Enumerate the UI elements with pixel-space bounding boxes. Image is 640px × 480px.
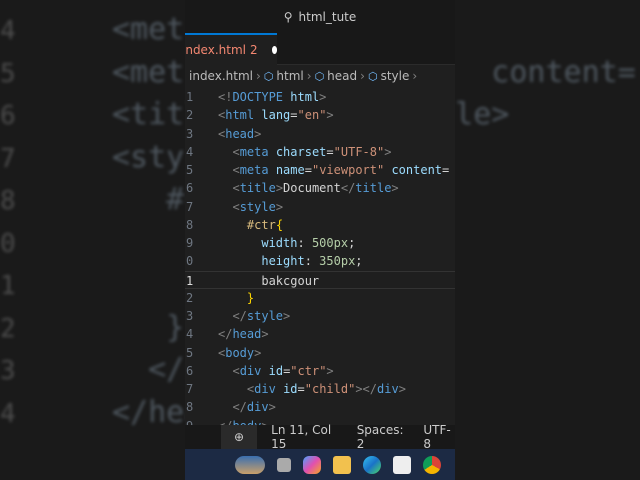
- line-number: 7: [186, 382, 194, 396]
- file-explorer-icon[interactable]: [333, 455, 351, 474]
- code-text: <title>Document</title>: [232, 181, 399, 196]
- tab-index-html[interactable]: index.html 2: [185, 33, 277, 65]
- line-number: 6: [186, 181, 194, 196]
- zoom-icon[interactable]: ⊕: [221, 425, 258, 449]
- line-number: 2: [186, 108, 194, 123]
- line-number: 7: [186, 199, 194, 214]
- code-line[interactable]: 1 bakcgour: [185, 270, 455, 289]
- code-text: </head>: [218, 327, 269, 342]
- code-line[interactable]: 0 height: 350px;: [185, 252, 455, 270]
- code-text: }: [246, 290, 255, 305]
- store-icon[interactable]: [393, 455, 411, 474]
- line-number: 8: [186, 217, 194, 232]
- line-number: 3: [186, 309, 194, 323]
- cube-icon: ⬡: [263, 69, 274, 83]
- code-text: bakcgour: [261, 273, 320, 288]
- bg-code-line: <sty: [112, 139, 185, 175]
- code-text: </style>: [232, 309, 291, 323]
- cube-icon: ⬡: [367, 69, 378, 83]
- copilot-icon[interactable]: [303, 455, 321, 474]
- breadcrumb-file[interactable]: index.html: [189, 69, 253, 83]
- line-number: 4: [186, 327, 194, 342]
- bg-line-number: 4: [0, 16, 16, 46]
- line-number: 5: [186, 345, 194, 360]
- line-number: 2: [186, 290, 194, 305]
- command-center[interactable]: ⚲ html_tute: [185, 0, 455, 33]
- problems-count: 2: [249, 43, 258, 57]
- bg-line-number: 0: [0, 228, 16, 259]
- code-line[interactable]: 1 <!DOCTYPE html>: [185, 88, 455, 106]
- bg-code-line: }: [112, 309, 185, 345]
- code-line[interactable]: 8 #ctr{: [185, 216, 455, 234]
- code-text: </div>: [232, 400, 276, 415]
- code-line[interactable]: 4 </head>: [185, 325, 455, 343]
- breadcrumb-head[interactable]: head: [327, 69, 357, 83]
- code-editor[interactable]: 1 <!DOCTYPE html> 2 <html lang="en"> 3 <head>…: [185, 88, 455, 435]
- code-text: <body>: [218, 345, 262, 360]
- code-line[interactable]: 3 <head>: [185, 125, 455, 143]
- code-text: <head>: [218, 126, 262, 141]
- code-text: <div id="child"></div>: [246, 382, 406, 396]
- code-text: #ctr{: [246, 217, 284, 232]
- unsaved-dot-icon[interactable]: [271, 46, 277, 54]
- code-line[interactable]: 6 <title>Document</title>: [185, 179, 455, 197]
- cursor-position[interactable]: Ln 11, Col 15: [271, 423, 343, 451]
- line-number: 3: [186, 126, 194, 141]
- code-text: <!DOCTYPE html>: [218, 90, 327, 104]
- code-text: width: 500px;: [261, 236, 356, 250]
- code-line[interactable]: 8 </div>: [185, 398, 455, 416]
- code-line[interactable]: 5 <meta name="viewport" content=: [185, 161, 455, 179]
- edge-icon[interactable]: [363, 455, 381, 474]
- taskbar: [185, 449, 455, 480]
- bg-code-line: <met: [112, 12, 185, 47]
- code-line[interactable]: 2 }: [185, 289, 455, 307]
- tab-bar: index.html 2: [185, 33, 455, 65]
- bg-line-number: 1: [0, 271, 16, 301]
- bg-line-number: 2: [0, 313, 16, 344]
- code-line[interactable]: 3 </style>: [185, 307, 455, 325]
- code-line[interactable]: 7 <style>: [185, 198, 455, 216]
- chrome-icon[interactable]: [423, 455, 441, 474]
- code-line[interactable]: 4 <meta charset="UTF-8">: [185, 143, 455, 161]
- bg-line-number: 5: [0, 58, 16, 89]
- bg-line-number: 7: [0, 143, 16, 174]
- cube-icon: ⬡: [314, 69, 325, 83]
- code-text: height: 350px;: [261, 254, 363, 269]
- line-number: 4: [186, 144, 194, 159]
- line-number: 1: [186, 273, 194, 288]
- code-text: <style>: [232, 199, 284, 214]
- widgets-icon[interactable]: [235, 455, 265, 474]
- breadcrumb-style[interactable]: style: [381, 69, 410, 83]
- bg-line-number: 4: [0, 398, 16, 429]
- indentation[interactable]: Spaces: 2: [357, 423, 410, 451]
- encoding[interactable]: UTF-8: [423, 423, 455, 451]
- line-number: 1: [186, 90, 194, 104]
- line-number: 0: [186, 254, 194, 269]
- search-icon: ⚲: [283, 9, 293, 24]
- bg-line-number: 6: [0, 101, 16, 131]
- line-number: 6: [186, 363, 194, 378]
- line-number: 5: [186, 163, 194, 177]
- line-number: 9: [186, 236, 194, 250]
- code-text: <html lang="en">: [218, 108, 334, 123]
- search-label: html_tute: [298, 9, 357, 24]
- breadcrumb-html[interactable]: html: [276, 69, 303, 83]
- code-line[interactable]: 9 width: 500px;: [185, 234, 455, 252]
- code-line[interactable]: 5 <body>: [185, 344, 455, 362]
- code-text: <meta charset="UTF-8">: [232, 144, 392, 159]
- line-number: 8: [186, 400, 194, 415]
- code-line[interactable]: 7 <div id="child"></div>: [185, 380, 455, 398]
- code-text: <div id="ctr">: [232, 363, 334, 378]
- code-line[interactable]: 6 <div id="ctr">: [185, 362, 455, 380]
- task-view-icon[interactable]: [277, 457, 291, 472]
- tab-label: index.html: [185, 43, 246, 57]
- code-text: <meta name="viewport" content=: [232, 163, 450, 177]
- code-line[interactable]: 2 <html lang="en">: [185, 106, 455, 124]
- bg-line-number: 3: [0, 356, 16, 386]
- bg-line-number: 8: [0, 186, 16, 216]
- status-bar: ⊕ Ln 11, Col 15 Spaces: 2 UTF-8: [185, 423, 455, 451]
- vscode-window: ⚲ html_tute index.html 2 index.html › ⬡ ht…: [185, 0, 455, 480]
- breadcrumb: index.html › ⬡ html › ⬡ head › ⬡ style ›: [189, 69, 418, 83]
